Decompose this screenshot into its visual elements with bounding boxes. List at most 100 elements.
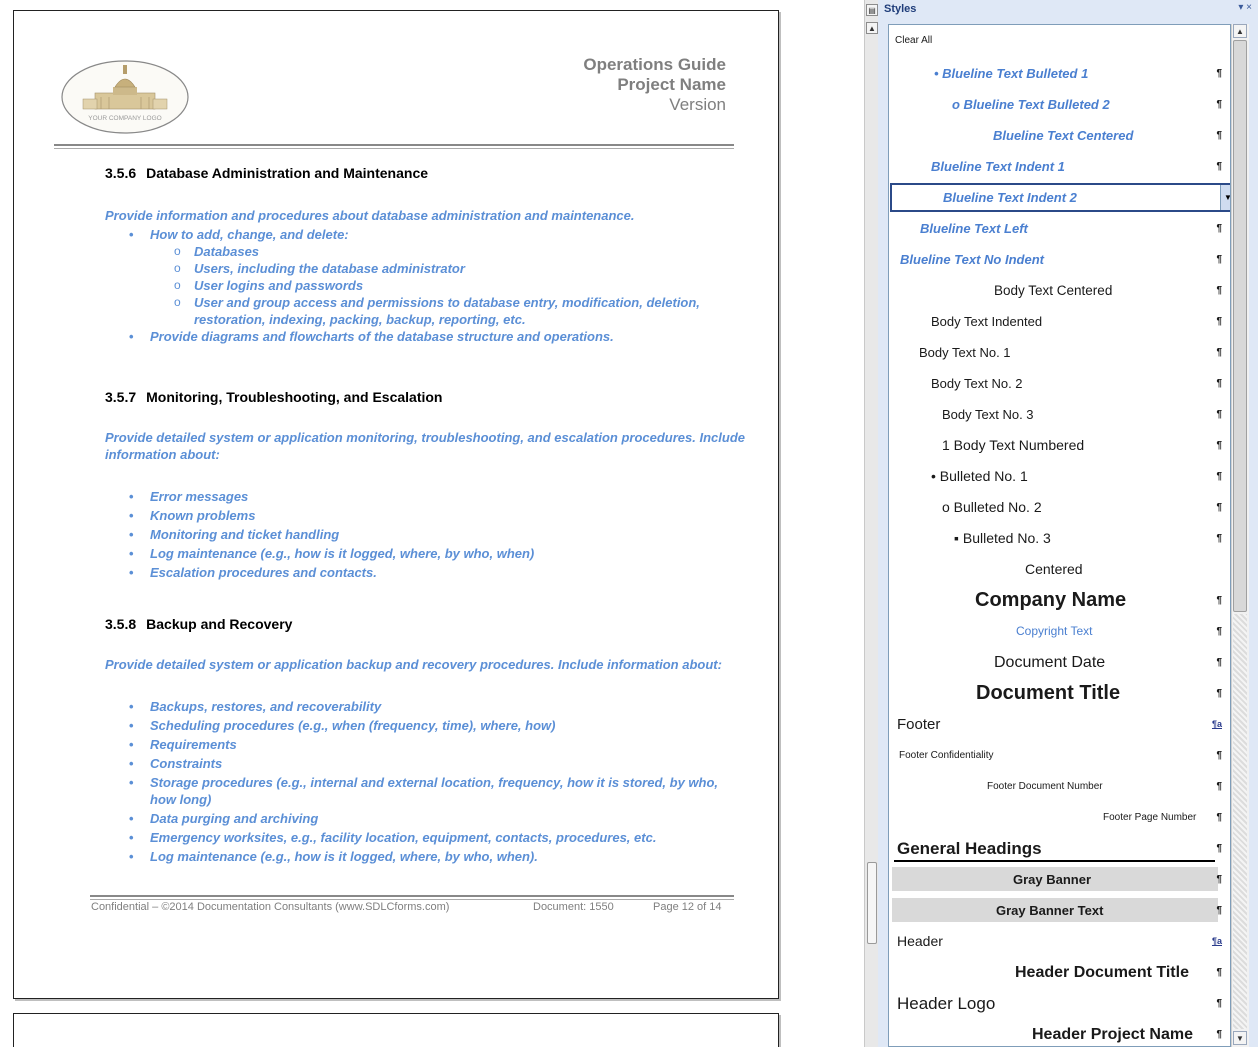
svg-text:YOUR COMPANY LOGO: YOUR COMPANY LOGO xyxy=(88,115,161,122)
style-item[interactable]: Blueline Text Left ¶ xyxy=(889,214,1230,243)
company-logo: YOUR COMPANY LOGO xyxy=(61,57,189,137)
scroll-up-arrow-icon[interactable]: ▲ xyxy=(1233,24,1247,38)
style-item[interactable]: Header Logo ¶ xyxy=(889,989,1230,1018)
scrollbar-thumb[interactable] xyxy=(1233,40,1247,612)
paragraph-style-icon: ¶ xyxy=(1216,688,1222,699)
section-heading: 3.5.7 Monitoring, Troubleshooting, and Es… xyxy=(105,389,443,405)
style-item[interactable]: Centered xyxy=(889,555,1230,584)
style-item-label: Header xyxy=(897,933,943,949)
paragraph-style-icon: ¶ xyxy=(1216,409,1222,420)
bullet-list: Backups, restores, and recoverability Sc… xyxy=(105,698,745,865)
style-item[interactable]: • Blueline Text Bulleted 1 ¶ xyxy=(889,59,1230,88)
linked-style-icon: ¶a xyxy=(1211,719,1222,729)
style-item[interactable]: Body Text Centered ¶ xyxy=(889,276,1230,305)
style-item-label: Centered xyxy=(1025,561,1083,577)
style-item[interactable]: 1 Body Text Numbered ¶ xyxy=(889,431,1230,460)
paragraph-style-icon: ¶ xyxy=(1216,316,1222,327)
styles-list[interactable]: Clear All • Blueline Text Bulleted 1 ¶ o B… xyxy=(888,24,1231,1047)
footer-document-number: Document: 1550 xyxy=(533,901,614,913)
document-page-next[interactable] xyxy=(13,1013,779,1047)
scrollbar-track[interactable] xyxy=(1233,614,1247,1029)
scrollbar-thumb[interactable] xyxy=(867,862,877,944)
paragraph-style-icon: ¶ xyxy=(1216,1029,1222,1040)
style-item[interactable]: Footer Document Number ¶ xyxy=(889,772,1230,801)
scroll-up-arrow-icon[interactable]: ▲ xyxy=(866,22,878,34)
paragraph-style-icon: ¶ xyxy=(1216,378,1222,389)
paragraph-style-icon: ¶ xyxy=(1216,657,1222,668)
style-item[interactable]: Blueline Text No Indent ¶ xyxy=(889,245,1230,274)
style-item[interactable]: o Blueline Text Bulleted 2 ¶ xyxy=(889,90,1230,119)
list-item: User and group access and permissions to… xyxy=(174,294,745,328)
list-item: Storage procedures (e.g., internal and e… xyxy=(129,774,745,808)
section-intro: Provide detailed system or application b… xyxy=(105,657,722,672)
document-area[interactable]: YOUR COMPANY LOGO Operations Guide Proje… xyxy=(0,0,864,1047)
header-rule xyxy=(54,144,734,146)
document-page[interactable]: YOUR COMPANY LOGO Operations Guide Proje… xyxy=(13,10,779,999)
style-item-label: Header Project Name xyxy=(1032,1026,1193,1043)
style-item-label: Copyright Text xyxy=(1016,624,1093,638)
style-item[interactable]: Footer ¶a xyxy=(889,710,1230,739)
paragraph-style-icon: ¶ xyxy=(1216,843,1222,854)
style-item[interactable]: General Headings ¶ xyxy=(889,834,1230,863)
section-intro: Provide detailed system or application m… xyxy=(105,430,745,462)
style-item[interactable]: • Bulleted No. 1 ¶ xyxy=(889,462,1230,491)
style-item[interactable]: ▪ Bulleted No. 3 ¶ xyxy=(889,524,1230,553)
list-item: Backups, restores, and recoverability xyxy=(129,698,745,715)
style-item[interactable]: Body Text Indented ¶ xyxy=(889,307,1230,336)
bullet-list: Error messages Known problems Monitoring… xyxy=(105,488,745,581)
footer-page-number: Page 12 of 14 xyxy=(653,901,722,913)
style-item[interactable]: Blueline Text Indent 1 ¶ xyxy=(889,152,1230,181)
footer-confidential: Confidential – ©2014 Documentation Consu… xyxy=(91,901,450,913)
paragraph-style-icon: ¶ xyxy=(1216,347,1222,358)
style-item-label: Body Text No. 1 xyxy=(919,345,1011,360)
style-item-label: • Blueline Text Bulleted 1 xyxy=(934,66,1089,81)
bullet-list: How to add, change, and delete: Database… xyxy=(105,226,745,345)
footer-rule-thin xyxy=(90,899,734,900)
style-item-label: o Blueline Text Bulleted 2 xyxy=(952,97,1110,112)
paragraph-style-icon: ¶ xyxy=(1216,626,1222,637)
style-item[interactable]: Footer Page Number ¶ xyxy=(889,803,1230,832)
style-item-label: Document Title xyxy=(976,682,1121,704)
section-3-5-8: 3.5.8 Backup and Recovery Provide detaile… xyxy=(105,616,745,867)
style-item-label: 1 Body Text Numbered xyxy=(942,437,1085,453)
footer-rule xyxy=(90,895,734,897)
style-item-label: Footer Page Number xyxy=(1103,812,1197,823)
style-item[interactable]: Header Document Title ¶ xyxy=(889,958,1230,987)
style-item[interactable]: ▼ Blueline Text Indent 2 xyxy=(890,183,1230,212)
style-item[interactable]: o Bulleted No. 2 ¶ xyxy=(889,493,1230,522)
style-item-label: Footer Confidentiality xyxy=(899,750,994,761)
section-heading: 3.5.6 Database Administration and Mainten… xyxy=(105,165,429,181)
style-item-label: Blueline Text Left xyxy=(920,221,1028,236)
clear-all-item[interactable]: Clear All xyxy=(889,28,1230,54)
list-item: Databases xyxy=(174,243,745,260)
style-dropdown-arrow-icon[interactable]: ▼ xyxy=(1220,185,1230,210)
style-item-label: Header Logo xyxy=(897,994,996,1013)
paragraph-style-icon: ¶ xyxy=(1216,223,1222,234)
paragraph-style-icon: ¶ xyxy=(1216,750,1222,761)
style-item-label: Blueline Text Indent 2 xyxy=(943,190,1077,205)
scroll-down-arrow-icon[interactable]: ▼ xyxy=(1233,1031,1247,1045)
style-item[interactable]: Body Text No. 1 ¶ xyxy=(889,338,1230,367)
style-item-label: Blueline Text No Indent xyxy=(900,252,1044,267)
styles-pane-controls[interactable]: ▾ × xyxy=(1238,2,1252,13)
style-item[interactable]: Document Date ¶ xyxy=(889,648,1230,677)
paragraph-style-icon: ¶ xyxy=(1216,874,1222,885)
style-item[interactable]: Header Project Name ¶ xyxy=(889,1020,1230,1046)
header-guide-title: Operations Guide xyxy=(583,55,726,74)
document-vertical-scrollbar[interactable]: ▤ ▲ xyxy=(864,0,879,1047)
style-item[interactable]: Gray Banner ¶ xyxy=(889,865,1230,894)
style-item[interactable]: Gray Banner Text ¶ xyxy=(889,896,1230,925)
style-item[interactable]: Body Text No. 2 ¶ xyxy=(889,369,1230,398)
style-item[interactable]: Document Title ¶ xyxy=(889,679,1230,708)
style-item[interactable]: Copyright Text ¶ xyxy=(889,617,1230,646)
style-item-label: ▪ Bulleted No. 3 xyxy=(954,530,1051,546)
style-item[interactable]: Body Text No. 3 ¶ xyxy=(889,400,1230,429)
style-item[interactable]: Header ¶a xyxy=(889,927,1230,956)
section-3-5-6: 3.5.6 Database Administration and Mainten… xyxy=(105,165,745,345)
style-item-label: Body Text No. 3 xyxy=(942,407,1034,422)
style-item[interactable]: Blueline Text Centered ¶ xyxy=(889,121,1230,150)
styles-list-scrollbar[interactable]: ▲ ▼ xyxy=(1231,24,1249,1047)
style-item[interactable]: Footer Confidentiality ¶ xyxy=(889,741,1230,770)
style-item[interactable]: Company Name ¶ xyxy=(889,586,1230,615)
pane-toggle-icon[interactable]: ▤ xyxy=(866,4,878,16)
